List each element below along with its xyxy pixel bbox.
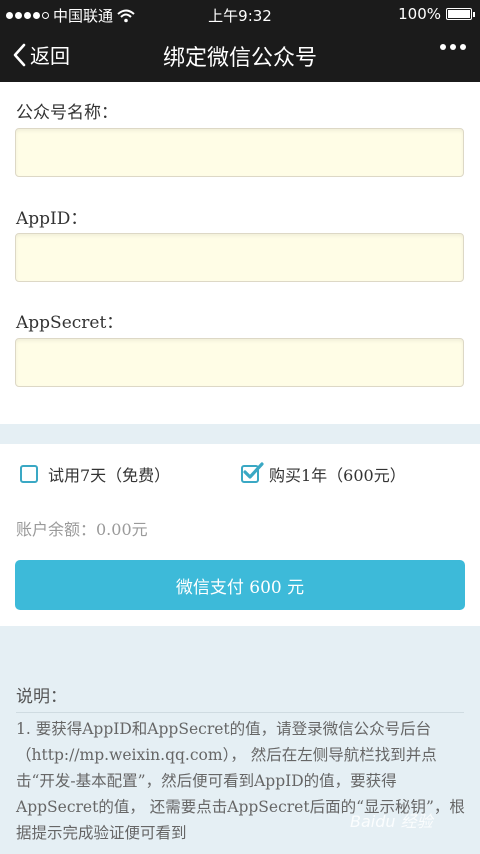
secret-input[interactable] xyxy=(15,338,464,387)
trial-plan-option[interactable]: 试用7天（免费） xyxy=(20,462,170,486)
baidu-watermark: Baidu 经验 xyxy=(350,812,433,831)
back-button[interactable]: 返回 xyxy=(12,40,70,69)
yearly-plan-option[interactable]: 购买1年（600元） xyxy=(241,462,406,486)
more-dots-icon[interactable] xyxy=(440,44,466,50)
back-label: 返回 xyxy=(30,44,70,68)
yearly-plan-label: 购买1年（600元） xyxy=(269,466,406,485)
appid-input[interactable] xyxy=(15,233,464,282)
trial-plan-label: 试用7天（免费） xyxy=(48,466,171,485)
battery-percent: 100% xyxy=(398,5,441,23)
section-divider xyxy=(0,424,480,444)
appid-label: AppID： xyxy=(16,209,88,229)
name-label: 公众号名称： xyxy=(16,103,118,123)
checkbox-checked-icon xyxy=(241,462,264,483)
wechat-pay-button[interactable]: 微信支付 600 元 xyxy=(15,560,465,610)
account-balance: 账户余额：0.00元 xyxy=(16,520,148,539)
notes-title: 说明： xyxy=(16,687,67,707)
checkbox-unchecked-icon xyxy=(20,465,38,483)
notes-divider xyxy=(16,712,464,713)
nav-bar: 返回 绑定微信公众号 xyxy=(0,28,480,82)
battery-icon xyxy=(446,8,475,20)
chevron-left-icon xyxy=(13,43,26,66)
status-bar: 中国联通 上午9:32 100% xyxy=(0,0,480,28)
page-title: 绑定微信公众号 xyxy=(162,46,317,71)
secret-label: AppSecret： xyxy=(16,313,124,333)
bind-form: 公众号名称： AppID： AppSecret： xyxy=(0,82,480,422)
name-input[interactable] xyxy=(15,128,464,177)
